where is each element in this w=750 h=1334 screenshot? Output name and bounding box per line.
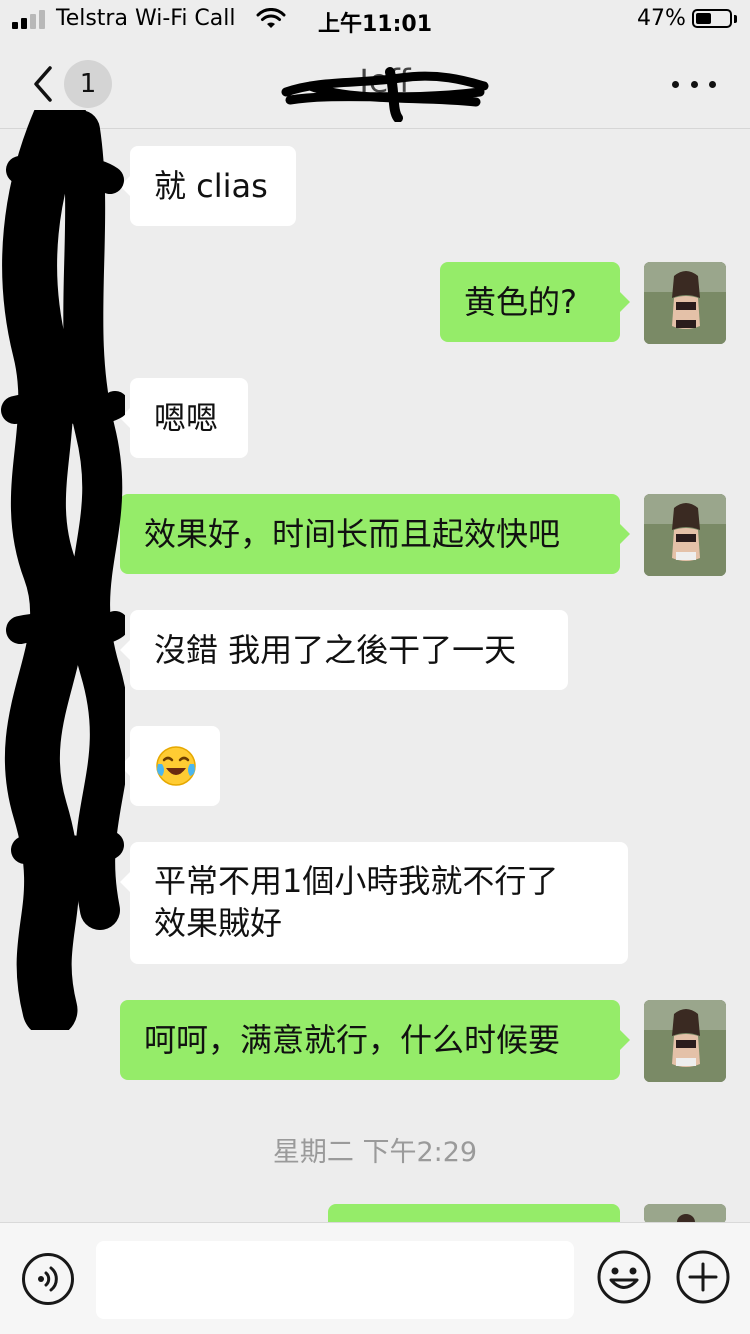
message-timestamp: 星期二 下午2:29 (272, 1137, 478, 1168)
ellipsis-dot (672, 80, 679, 88)
avatar-photo (644, 1204, 726, 1224)
voice-icon (38, 1266, 58, 1292)
carrier-label: Telstra Wi-Fi Call (56, 6, 236, 31)
more-options-button[interactable] (672, 70, 716, 98)
plus-circle-icon (676, 1250, 730, 1304)
message-input[interactable] (96, 1241, 574, 1319)
message-text: 效果好，时间长而且起效快吧 (144, 515, 561, 553)
self-avatar-partial[interactable] (644, 1204, 726, 1224)
back-button[interactable] (24, 60, 64, 108)
message-bubble-incoming[interactable]: 嗯嗯 (120, 378, 248, 458)
more-actions-button[interactable] (675, 1249, 731, 1305)
voice-input-button[interactable] (22, 1253, 74, 1305)
input-bar (0, 1222, 750, 1334)
status-bar: Telstra Wi-Fi Call 上午11:01 47% (0, 0, 750, 40)
message-text-line: 平常不用1個小時我就不行了 (154, 862, 559, 900)
smiley-icon (597, 1250, 651, 1304)
emoji-button[interactable] (596, 1249, 652, 1305)
message-text: 就 clias (154, 167, 268, 205)
message-text: 呵呵，满意就行，什么时候要 (144, 1021, 561, 1059)
message-text: 黄色的? (464, 283, 577, 321)
chat-screen: Telstra Wi-Fi Call 上午11:01 47% 1 Jeff 就 … (0, 0, 750, 1334)
ellipsis-dot (690, 80, 698, 88)
title-redaction-scribble (281, 67, 489, 122)
message-bubble-incoming[interactable] (120, 726, 220, 806)
wifi-icon (256, 8, 286, 28)
avatar-photo (644, 1000, 726, 1082)
avatar-photo (644, 262, 726, 344)
message-text: 沒錯 我用了之後干了一天 (154, 631, 517, 669)
battery-terminal (734, 15, 737, 23)
self-avatar[interactable] (644, 494, 726, 576)
tears-of-joy-emoji-icon (156, 746, 196, 786)
message-bubble-outgoing[interactable]: 呵呵，满意就行，什么时候要 (120, 1000, 630, 1080)
message-bubble-incoming[interactable]: 就 clias (120, 146, 296, 226)
message-text-line: 效果賊好 (154, 904, 283, 942)
avatar-redaction-scribble (1, 110, 125, 1030)
battery-percent: 47% (637, 6, 686, 31)
message-text: 嗯嗯 (154, 399, 219, 437)
self-avatar[interactable] (644, 1000, 726, 1082)
message-bubble-incoming[interactable]: 沒錯 我用了之後干了一天 (120, 610, 568, 690)
avatar-photo (644, 494, 726, 576)
message-bubble-incoming[interactable]: 平常不用1個小時我就不行了 效果賊好 (120, 842, 628, 964)
status-time: 上午11:01 (318, 12, 433, 37)
ellipsis-dot (709, 80, 716, 88)
unread-count-badge[interactable]: 1 (64, 60, 112, 108)
signal-strength-icon (12, 10, 45, 29)
battery-icon (692, 9, 732, 28)
nav-bar: 1 Jeff (0, 40, 750, 129)
chevron-left-icon (34, 66, 52, 102)
message-bubble-outgoing[interactable]: 黄色的? (440, 262, 630, 342)
message-bubble-outgoing[interactable]: 效果好，时间长而且起效快吧 (120, 494, 630, 574)
battery-level-fill (696, 13, 711, 24)
self-avatar[interactable] (644, 262, 726, 344)
